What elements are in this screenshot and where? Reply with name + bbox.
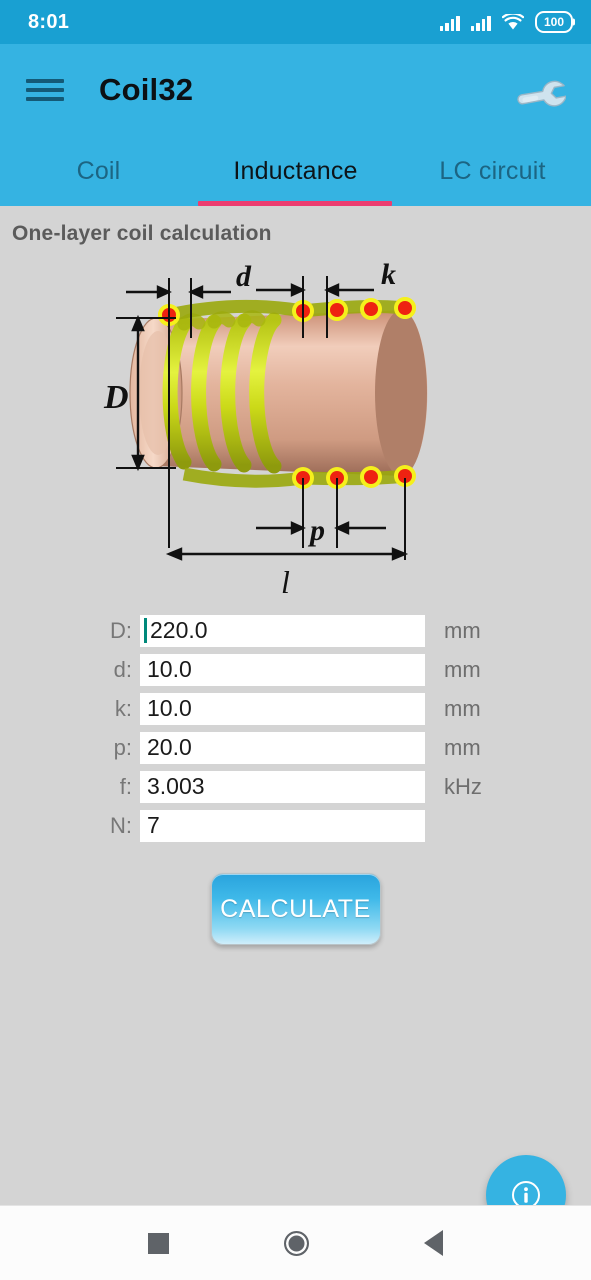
svg-text:l: l: [281, 564, 290, 598]
field-label-k: k:: [114, 695, 132, 721]
svg-text:p: p: [307, 514, 325, 547]
calculate-button-wrap: CALCULATE: [0, 873, 591, 945]
text-caret: [144, 618, 147, 643]
field-row-D: D: 220.0 mm: [0, 611, 591, 650]
field-unit-p: mm: [444, 734, 481, 760]
field-input-p[interactable]: 20.0: [140, 731, 425, 764]
status-icons: 100: [439, 11, 573, 33]
input-form: D: 220.0 mm d: 10.0 mm k: 10.0 mm p: 20.…: [0, 601, 591, 845]
field-row-k: k: 10.0 mm: [0, 689, 591, 728]
square-recents-icon[interactable]: [147, 1232, 169, 1254]
main-content: One-layer coil calculation d k D p l D: …: [0, 206, 591, 1280]
field-label-N: N:: [110, 812, 132, 838]
svg-text:k: k: [381, 258, 396, 291]
tab-coil[interactable]: Coil: [0, 136, 197, 206]
field-value-k: 10.0: [147, 695, 192, 721]
signal-bars-icon: [439, 14, 460, 31]
status-bar: 8:01 100: [0, 0, 591, 44]
page-title: Coil32: [99, 72, 194, 107]
tab-lc-circuit[interactable]: LC circuit: [394, 136, 591, 206]
field-value-d: 10.0: [147, 656, 192, 682]
field-row-d: d: 10.0 mm: [0, 650, 591, 689]
field-label-f: f:: [119, 773, 132, 799]
calculate-button[interactable]: CALCULATE: [210, 873, 381, 945]
wrench-icon[interactable]: [513, 62, 569, 118]
tab-inductance[interactable]: Inductance: [197, 136, 394, 206]
field-input-k[interactable]: 10.0: [140, 692, 425, 725]
field-row-f: f: 3.003 kHz: [0, 767, 591, 806]
field-input-d[interactable]: 10.0: [140, 653, 425, 686]
field-label-D: D:: [110, 617, 132, 643]
signal-bars-icon-2: [470, 14, 491, 31]
field-value-f: 3.003: [147, 773, 205, 799]
field-value-p: 20.0: [147, 734, 192, 760]
tab-bar: Coil Inductance LC circuit: [0, 136, 591, 206]
status-time: 8:01: [28, 10, 70, 33]
section-title: One-layer coil calculation: [12, 222, 272, 245]
battery-icon: 100: [534, 11, 573, 33]
field-label-p: p:: [113, 734, 132, 760]
hamburger-menu-icon[interactable]: [26, 76, 64, 104]
field-unit-k: mm: [444, 695, 481, 721]
diagram-container: d k D p l: [0, 246, 591, 601]
svg-text:d: d: [236, 260, 252, 293]
field-row-p: p: 20.0 mm: [0, 728, 591, 767]
field-value-D: 220.0: [150, 617, 208, 643]
field-label-d: d:: [113, 656, 132, 682]
field-unit-f: kHz: [444, 773, 482, 799]
circle-home-icon[interactable]: [283, 1230, 309, 1256]
one-layer-coil-diagram: d k D p l: [103, 258, 428, 598]
field-unit-d: mm: [444, 656, 481, 682]
android-navigation-bar: [0, 1205, 591, 1280]
field-unit-D: mm: [444, 617, 481, 643]
field-input-D[interactable]: 220.0: [140, 614, 425, 647]
svg-text:D: D: [103, 379, 129, 416]
app-bar: Coil32: [0, 44, 591, 136]
field-input-f[interactable]: 3.003: [140, 770, 425, 803]
field-input-N[interactable]: 7: [140, 809, 425, 842]
wifi-icon: [501, 12, 525, 31]
triangle-back-icon[interactable]: [424, 1230, 444, 1256]
field-row-N: N: 7: [0, 806, 591, 845]
app-screen: 8:01 100 Coil32 Coil Inductance LC circu…: [0, 0, 591, 1280]
field-value-N: 7: [147, 812, 160, 838]
